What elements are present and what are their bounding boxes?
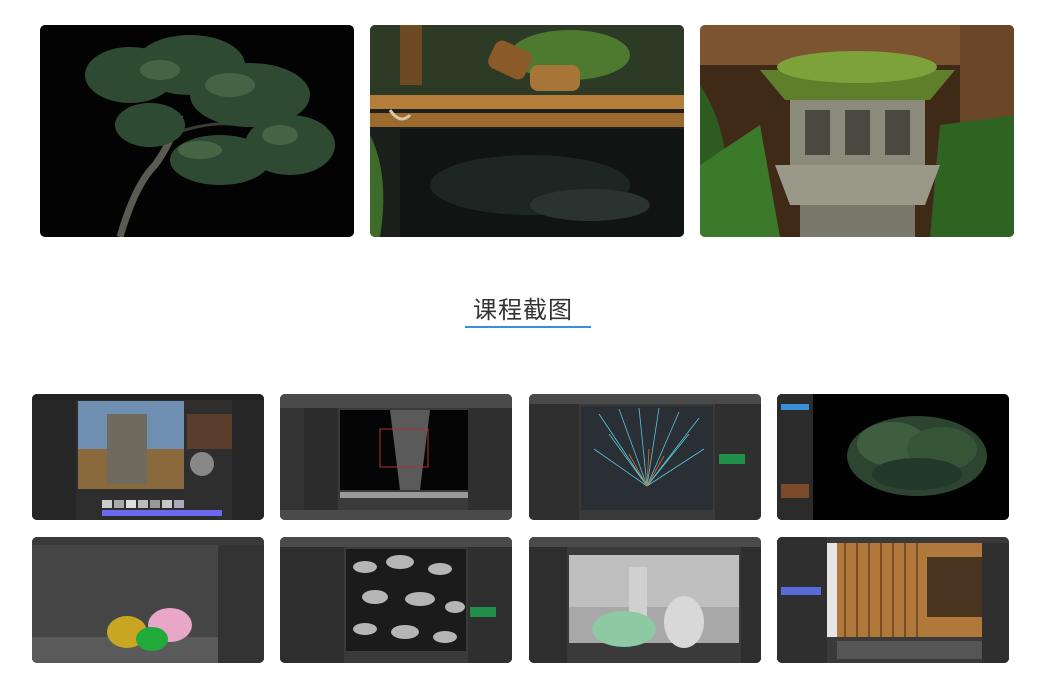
screenshot-rock-sculpt[interactable] [280,394,512,520]
hero-image-stone-lantern[interactable] [700,25,1014,237]
section-title: 课程截图 [473,296,573,324]
hero-image-bamboo-fountain[interactable] [370,25,684,237]
screenshot-hair-particles[interactable] [529,394,761,520]
screenshot-bush-render[interactable] [777,394,1009,520]
screenshot-rocks-moss[interactable] [32,537,264,663]
screenshot-lantern-texturing[interactable] [32,394,264,520]
section-title-underline [465,326,591,328]
screenshot-bamboo-fence[interactable] [777,537,1009,663]
screenshot-leaf-texture[interactable] [280,537,512,663]
screenshot-lantern-clay[interactable] [529,537,761,663]
hero-image-tree[interactable] [40,25,354,237]
